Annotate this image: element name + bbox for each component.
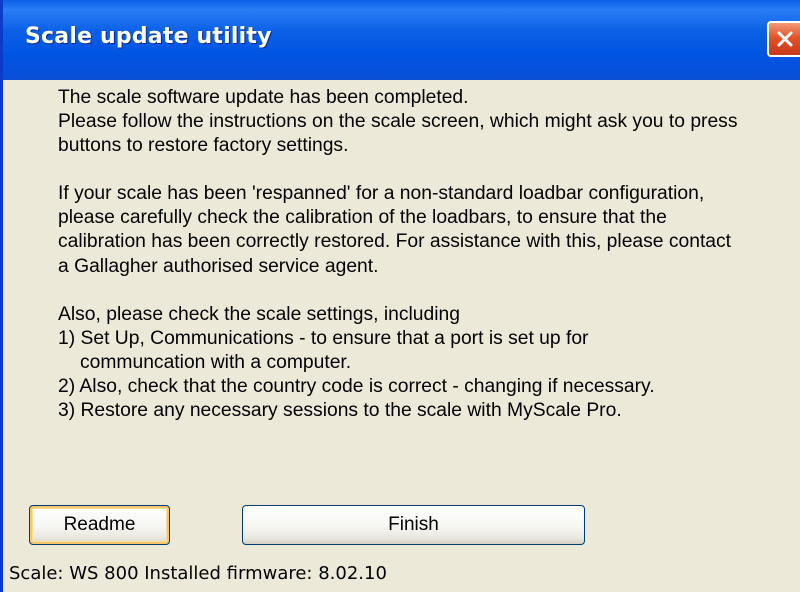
- message-line: 1) Set Up, Communications - to ensure th…: [58, 327, 589, 349]
- close-icon: [777, 31, 793, 47]
- message-line: a Gallagher authorised service agent.: [58, 255, 379, 277]
- finish-button-label: Finish: [388, 514, 439, 535]
- message-line: Please follow the instructions on the sc…: [58, 111, 738, 133]
- readme-button[interactable]: Readme: [29, 505, 170, 545]
- message-line: If your scale has been 'respanned' for a…: [58, 183, 705, 205]
- window-title: Scale update utility: [25, 24, 272, 49]
- readme-button-label: Readme: [63, 514, 136, 535]
- message-line: Also, please check the scale settings, i…: [58, 303, 460, 325]
- message-line: please carefully check the calibration o…: [58, 207, 667, 229]
- message-line: The scale software update has been compl…: [58, 87, 469, 108]
- dialog-window: Scale update utility The scale software …: [0, 0, 800, 592]
- status-text: Scale: WS 800 Installed firmware: 8.02.1…: [9, 563, 387, 584]
- close-button[interactable]: [767, 21, 800, 57]
- message-line: buttons to restore factory settings.: [58, 135, 349, 157]
- message-line: 3) Restore any necessary sessions to the…: [58, 400, 622, 422]
- message-text: The scale software update has been compl…: [58, 86, 798, 423]
- message-line: calibration has been correctly restored.…: [58, 231, 732, 253]
- title-bar[interactable]: Scale update utility: [3, 0, 800, 80]
- finish-button[interactable]: Finish: [242, 505, 585, 545]
- message-line: 2) Also, check that the country code is …: [58, 375, 655, 397]
- message-line: communcation with a computer.: [80, 351, 352, 373]
